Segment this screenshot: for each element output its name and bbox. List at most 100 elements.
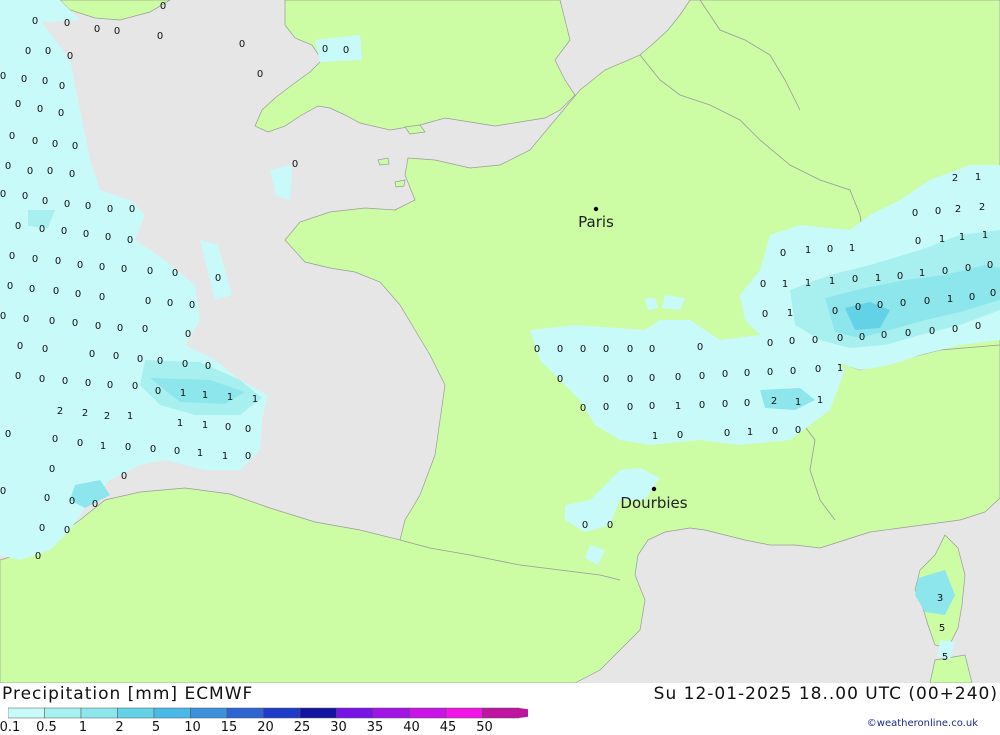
legend-swatch: [44, 707, 82, 719]
grid-value: 0: [113, 351, 119, 362]
grid-value: 0: [64, 18, 70, 29]
grid-value: 2: [82, 408, 88, 419]
grid-value: 1: [177, 418, 183, 429]
grid-value: 0: [25, 46, 31, 57]
grid-value: 0: [72, 318, 78, 329]
grid-value: 0: [55, 256, 61, 267]
grid-value: 0: [877, 300, 883, 311]
grid-value: 0: [603, 374, 609, 385]
grid-value: 0: [21, 74, 27, 85]
grid-value: 0: [121, 264, 127, 275]
grid-value: 0: [780, 248, 786, 259]
legend-swatch: [117, 707, 155, 719]
grid-value: 0: [47, 166, 53, 177]
legend-swatch: [226, 707, 264, 719]
grid-value: 0: [15, 221, 21, 232]
map-title: Precipitation [mm] ECMWF: [2, 684, 254, 704]
grid-value: 2: [771, 396, 777, 407]
city-marker-dourbies: [651, 486, 657, 492]
grid-value: 0: [343, 45, 349, 56]
grid-value: 0: [182, 359, 188, 370]
city-label-paris: Paris: [578, 213, 614, 231]
forecast-datetime: Su 12-01-2025 18..00 UTC (00+240): [653, 684, 998, 704]
grid-value: 0: [42, 196, 48, 207]
grid-value: 0: [942, 266, 948, 277]
grid-value: 0: [45, 46, 51, 57]
legend-swatch: [190, 707, 228, 719]
grid-value: 0: [5, 429, 11, 440]
legend-swatch: [482, 707, 520, 719]
grid-value: 0: [29, 284, 35, 295]
legend-swatch: [336, 707, 374, 719]
grid-value: 0: [767, 367, 773, 378]
grid-value: 0: [722, 369, 728, 380]
grid-value: 0: [292, 159, 298, 170]
grid-value: 0: [42, 76, 48, 87]
grid-value: 0: [627, 344, 633, 355]
grid-value: 0: [649, 344, 655, 355]
grid-value: 0: [121, 471, 127, 482]
grid-value: 0: [812, 335, 818, 346]
grid-value: 0: [627, 402, 633, 413]
grid-value: 0: [724, 428, 730, 439]
grid-value: 0: [245, 451, 251, 462]
grid-value: 1: [747, 427, 753, 438]
legend-swatch: [80, 707, 118, 719]
grid-value: 0: [245, 424, 251, 435]
grid-value: 0: [205, 361, 211, 372]
grid-value: 1: [202, 390, 208, 401]
grid-value: 0: [85, 201, 91, 212]
grid-value: 0: [322, 44, 328, 55]
grid-value: 0: [9, 251, 15, 262]
grid-value: 0: [924, 296, 930, 307]
grid-value: 0: [105, 232, 111, 243]
grid-value: 0: [580, 403, 586, 414]
grid-value: 2: [952, 173, 958, 184]
color-legend: [8, 707, 528, 719]
grid-value: 0: [697, 342, 703, 353]
grid-value: 0: [675, 372, 681, 383]
grid-value: 0: [0, 486, 6, 497]
grid-value: 0: [61, 226, 67, 237]
grid-value: 0: [44, 493, 50, 504]
grid-value: 0: [929, 326, 935, 337]
grid-value: 0: [760, 279, 766, 290]
grid-value: 0: [52, 434, 58, 445]
grid-value: 0: [607, 520, 613, 531]
grid-value: 0: [15, 371, 21, 382]
grid-value: 0: [52, 139, 58, 150]
grid-value: 0: [53, 286, 59, 297]
grid-value: 0: [881, 330, 887, 341]
grid-value: 0: [239, 39, 245, 50]
grid-value: 0: [762, 309, 768, 320]
grid-value: 1: [227, 392, 233, 403]
grid-value: 3: [937, 593, 943, 604]
grid-value: 0: [915, 236, 921, 247]
grid-value: 0: [99, 262, 105, 273]
grid-value: 0: [189, 300, 195, 311]
grid-value: 0: [157, 356, 163, 367]
grid-value: 1: [947, 294, 953, 305]
grid-value: 0: [64, 199, 70, 210]
grid-value: 0: [92, 499, 98, 510]
grid-value: 0: [145, 296, 151, 307]
legend-swatch: [263, 707, 301, 719]
grid-value: 0: [699, 371, 705, 382]
grid-value: 1: [919, 268, 925, 279]
grid-value: 0: [117, 323, 123, 334]
credit-link[interactable]: ©weatheronline.co.uk: [867, 718, 978, 729]
grid-value: 0: [49, 464, 55, 475]
grid-value: 0: [935, 206, 941, 217]
grid-value: 0: [107, 380, 113, 391]
grid-value: 0: [22, 191, 28, 202]
grid-value: 0: [77, 438, 83, 449]
grid-value: 0: [627, 374, 633, 385]
precipitation-map: 0 0 0 0 0 0 0 0 0 0 0 0 0 0 0 0 0 0 0 0 0 0 0 0 0 0 0 0 0 0 0 0 0 0 0 0 0 0 0 0…: [0, 0, 1000, 683]
grid-value: 1: [817, 395, 823, 406]
grid-value: 0: [69, 496, 75, 507]
grid-value: 0: [59, 81, 65, 92]
grid-value: 0: [0, 311, 6, 322]
grid-value: 0: [129, 204, 135, 215]
grid-value: 0: [150, 444, 156, 455]
grid-value: 0: [167, 298, 173, 309]
